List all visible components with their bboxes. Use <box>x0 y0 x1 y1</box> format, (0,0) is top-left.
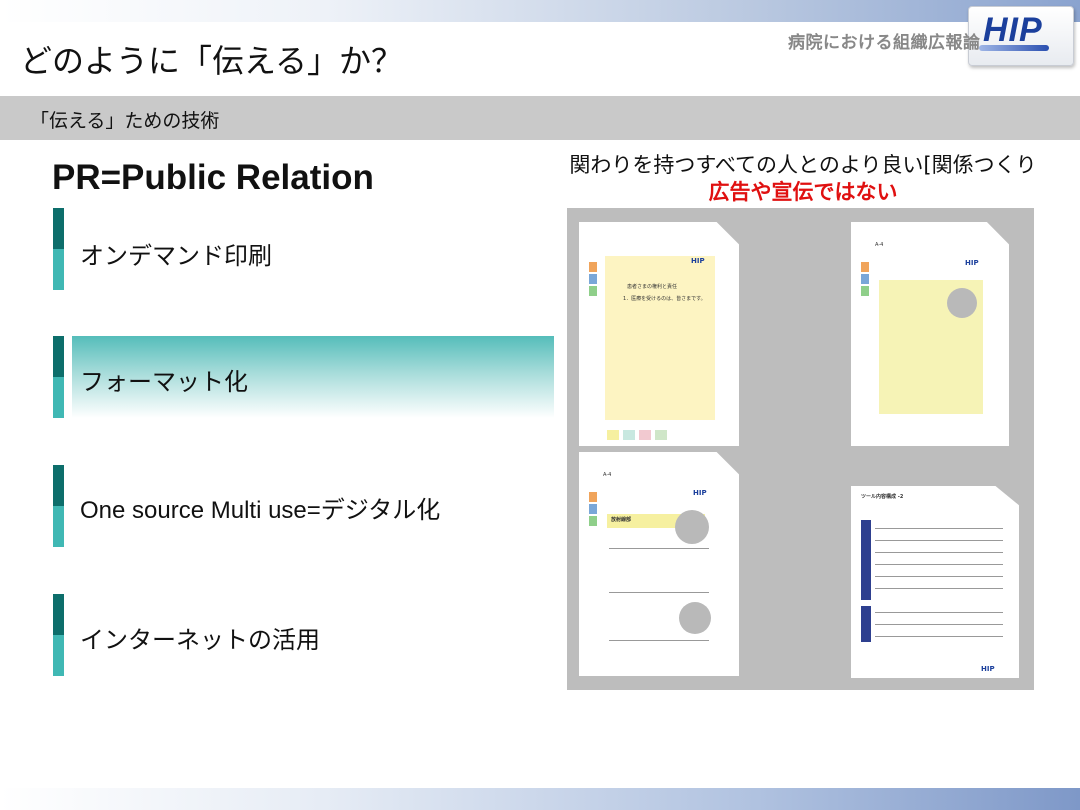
section-band: 「伝える」ための技術 <box>0 96 1080 140</box>
thumbnail-size-label: A-4 <box>875 242 884 248</box>
thumbnail-logo: HIP <box>693 489 707 497</box>
color-swatch <box>589 516 597 526</box>
color-swatch <box>589 274 597 284</box>
thumbnail-size-label: A-4 <box>603 472 612 478</box>
top-decoration-band <box>0 0 1080 22</box>
bullet-marker <box>53 208 64 290</box>
document-samples-panel: HIP 患者さまの権利と責任 1．医療を受けるのは、皆さまです。 A-4 HIP… <box>567 208 1034 690</box>
thumbnail-index-column <box>861 606 871 642</box>
thumbnail-rule <box>875 540 1003 541</box>
list-item-internet: インターネットの活用 <box>80 627 320 654</box>
thumbnail-rule <box>609 640 709 641</box>
bullet-marker <box>53 594 64 676</box>
bottom-decoration-band <box>0 788 1080 810</box>
thumbnail-body: 1．医療を受けるのは、皆さまです。 <box>623 296 706 302</box>
thumbnail-title: ツール内容構成 -2 <box>861 494 904 500</box>
thumbnail-rule <box>875 552 1003 553</box>
thumbnail-logo: HIP <box>691 257 705 265</box>
color-swatch <box>655 430 667 440</box>
thumbnail-rule <box>875 588 1003 589</box>
color-swatch <box>861 286 869 296</box>
thumbnail-index-column <box>861 520 871 600</box>
section-label: 「伝える」ための技術 <box>30 110 220 132</box>
color-swatch <box>639 430 651 440</box>
image-placeholder <box>679 602 711 634</box>
thumbnail-title: 患者さまの権利と責任 <box>627 284 678 290</box>
thumbnail-rule <box>875 564 1003 565</box>
image-placeholder <box>947 288 977 318</box>
hip-logo: HIP <box>968 6 1074 66</box>
logo-swoosh <box>979 45 1049 51</box>
color-swatch <box>589 286 597 296</box>
thumbnail-rule <box>875 576 1003 577</box>
thumbnail-rule <box>875 624 1003 625</box>
thumbnail-rule <box>875 612 1003 613</box>
thumbnail-logo: HIP <box>981 665 995 673</box>
document-thumbnail: ツール内容構成 -2 HIP <box>851 486 1019 678</box>
right-heading: 関わりを持つすべての人とのより良い[関係つくり <box>569 153 1037 177</box>
thumbnail-rule <box>609 548 709 549</box>
color-swatch <box>589 262 597 272</box>
thumbnail-rule <box>609 592 709 593</box>
color-swatch <box>861 274 869 284</box>
thumbnail-title: 放射線部 <box>611 517 632 523</box>
thumbnail-rule <box>875 528 1003 529</box>
bullet-marker <box>53 336 64 418</box>
list-item-ondemand-printing: オンデマンド印刷 <box>80 243 272 270</box>
color-swatch <box>861 262 869 272</box>
document-thumbnail: A-4 HIP <box>851 222 1009 446</box>
list-item-digitalization: One source Multi use=デジタル化 <box>80 497 441 524</box>
pr-heading: PR=Public Relation <box>52 158 374 197</box>
color-swatch <box>589 504 597 514</box>
bullet-marker <box>53 465 64 547</box>
header-subtitle: 病院における組織広報論 <box>788 33 981 53</box>
image-placeholder <box>675 510 709 544</box>
document-thumbnail: A-4 放射線部 HIP <box>579 452 739 676</box>
color-swatch <box>623 430 635 440</box>
page-title: どのように「伝える」か？ <box>20 42 404 80</box>
thumbnail-logo: HIP <box>965 259 979 267</box>
right-subheading: 広告や宣伝ではない <box>708 180 898 204</box>
document-thumbnail: HIP 患者さまの権利と責任 1．医療を受けるのは、皆さまです。 <box>579 222 739 446</box>
thumbnail-rule <box>875 636 1003 637</box>
color-swatch <box>589 492 597 502</box>
list-item-formatting: フォーマット化 <box>80 369 248 396</box>
thumbnail-yellow-area <box>605 256 715 420</box>
color-swatch <box>607 430 619 440</box>
